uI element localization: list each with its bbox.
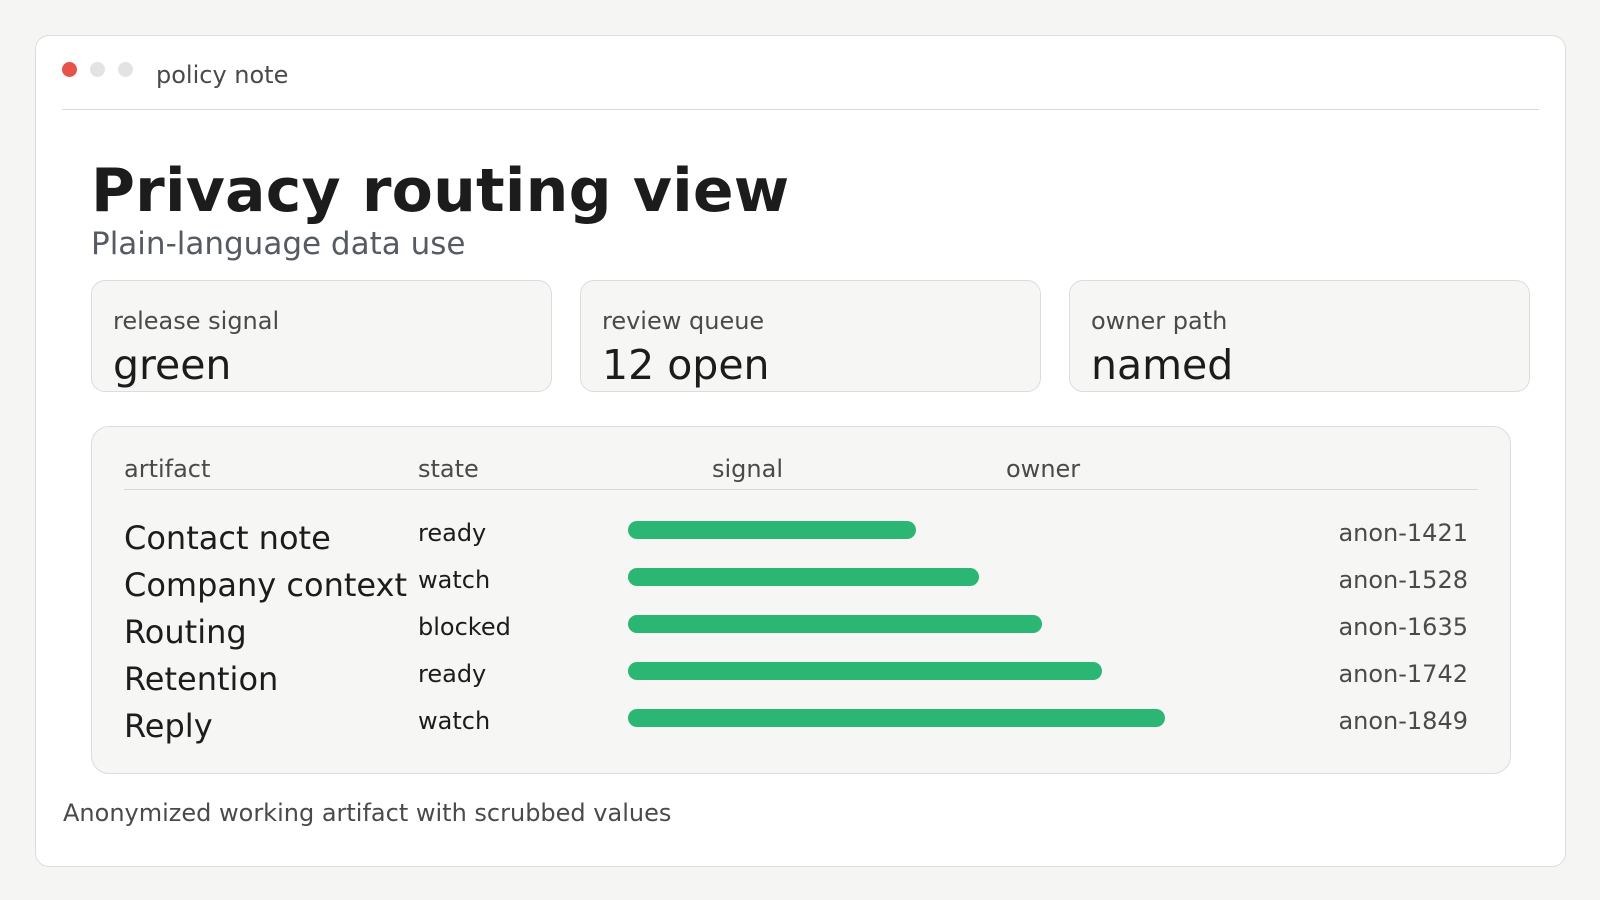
signal-bar [628,568,979,586]
metric-label: review queue [602,307,765,335]
artifact-owner: anon-1635 [1338,613,1468,641]
metric-value: green [113,341,232,389]
app-window: policy note Privacy routing view Plain-l… [35,35,1566,867]
artifact-state: ready [418,660,487,688]
signal-bar [628,709,1165,727]
signal-track [628,521,1228,539]
artifact-name: Reply [124,707,213,745]
footer-note: Anonymized working artifact with scrubbe… [63,799,672,827]
artifact-owner: anon-1742 [1338,660,1468,688]
minimize-button[interactable] [90,62,105,77]
maximize-button[interactable] [118,62,133,77]
column-header-state: state [418,455,479,483]
artifact-owner: anon-1849 [1338,707,1468,735]
metric-card-owner-path: owner path named [1069,280,1530,392]
page-title: Privacy routing view [91,156,790,226]
metric-value: 12 open [602,341,770,389]
table-row: Reply watch anon-1849 [124,705,1478,752]
artifact-owner: anon-1528 [1338,566,1468,594]
page-subtitle: Plain-language data use [91,226,466,262]
artifact-table: artifact state signal owner Contact note… [91,426,1511,774]
signal-bar [628,615,1042,633]
table-row: Company context watch anon-1528 [124,564,1478,611]
artifact-name: Retention [124,660,279,698]
artifact-name: Company context [124,566,408,604]
table-row: Routing blocked anon-1635 [124,611,1478,658]
signal-bar [628,662,1102,680]
close-button[interactable] [62,62,77,77]
signal-track [628,709,1228,727]
artifact-state: watch [418,566,491,594]
table-row: Contact note ready anon-1421 [124,517,1478,564]
artifact-state: blocked [418,613,511,641]
signal-bar [628,521,916,539]
column-header-signal: signal [712,455,783,483]
window-title: policy note [156,61,289,89]
artifact-name: Routing [124,613,247,651]
signal-track [628,568,1228,586]
artifact-name: Contact note [124,519,331,557]
metric-value: named [1091,341,1234,389]
metric-label: release signal [113,307,280,335]
column-header-owner: owner [1006,455,1081,483]
signal-track [628,615,1228,633]
metric-card-release-signal: release signal green [91,280,552,392]
column-header-artifact: artifact [124,455,211,483]
signal-track [628,662,1228,680]
metric-card-review-queue: review queue 12 open [580,280,1041,392]
table-header: artifact state signal owner [124,427,1478,490]
artifact-state: ready [418,519,487,547]
table-row: Retention ready anon-1742 [124,658,1478,705]
artifact-state: watch [418,707,491,735]
artifact-owner: anon-1421 [1338,519,1468,547]
title-bar: policy note [62,36,1539,110]
metric-label: owner path [1091,307,1228,335]
